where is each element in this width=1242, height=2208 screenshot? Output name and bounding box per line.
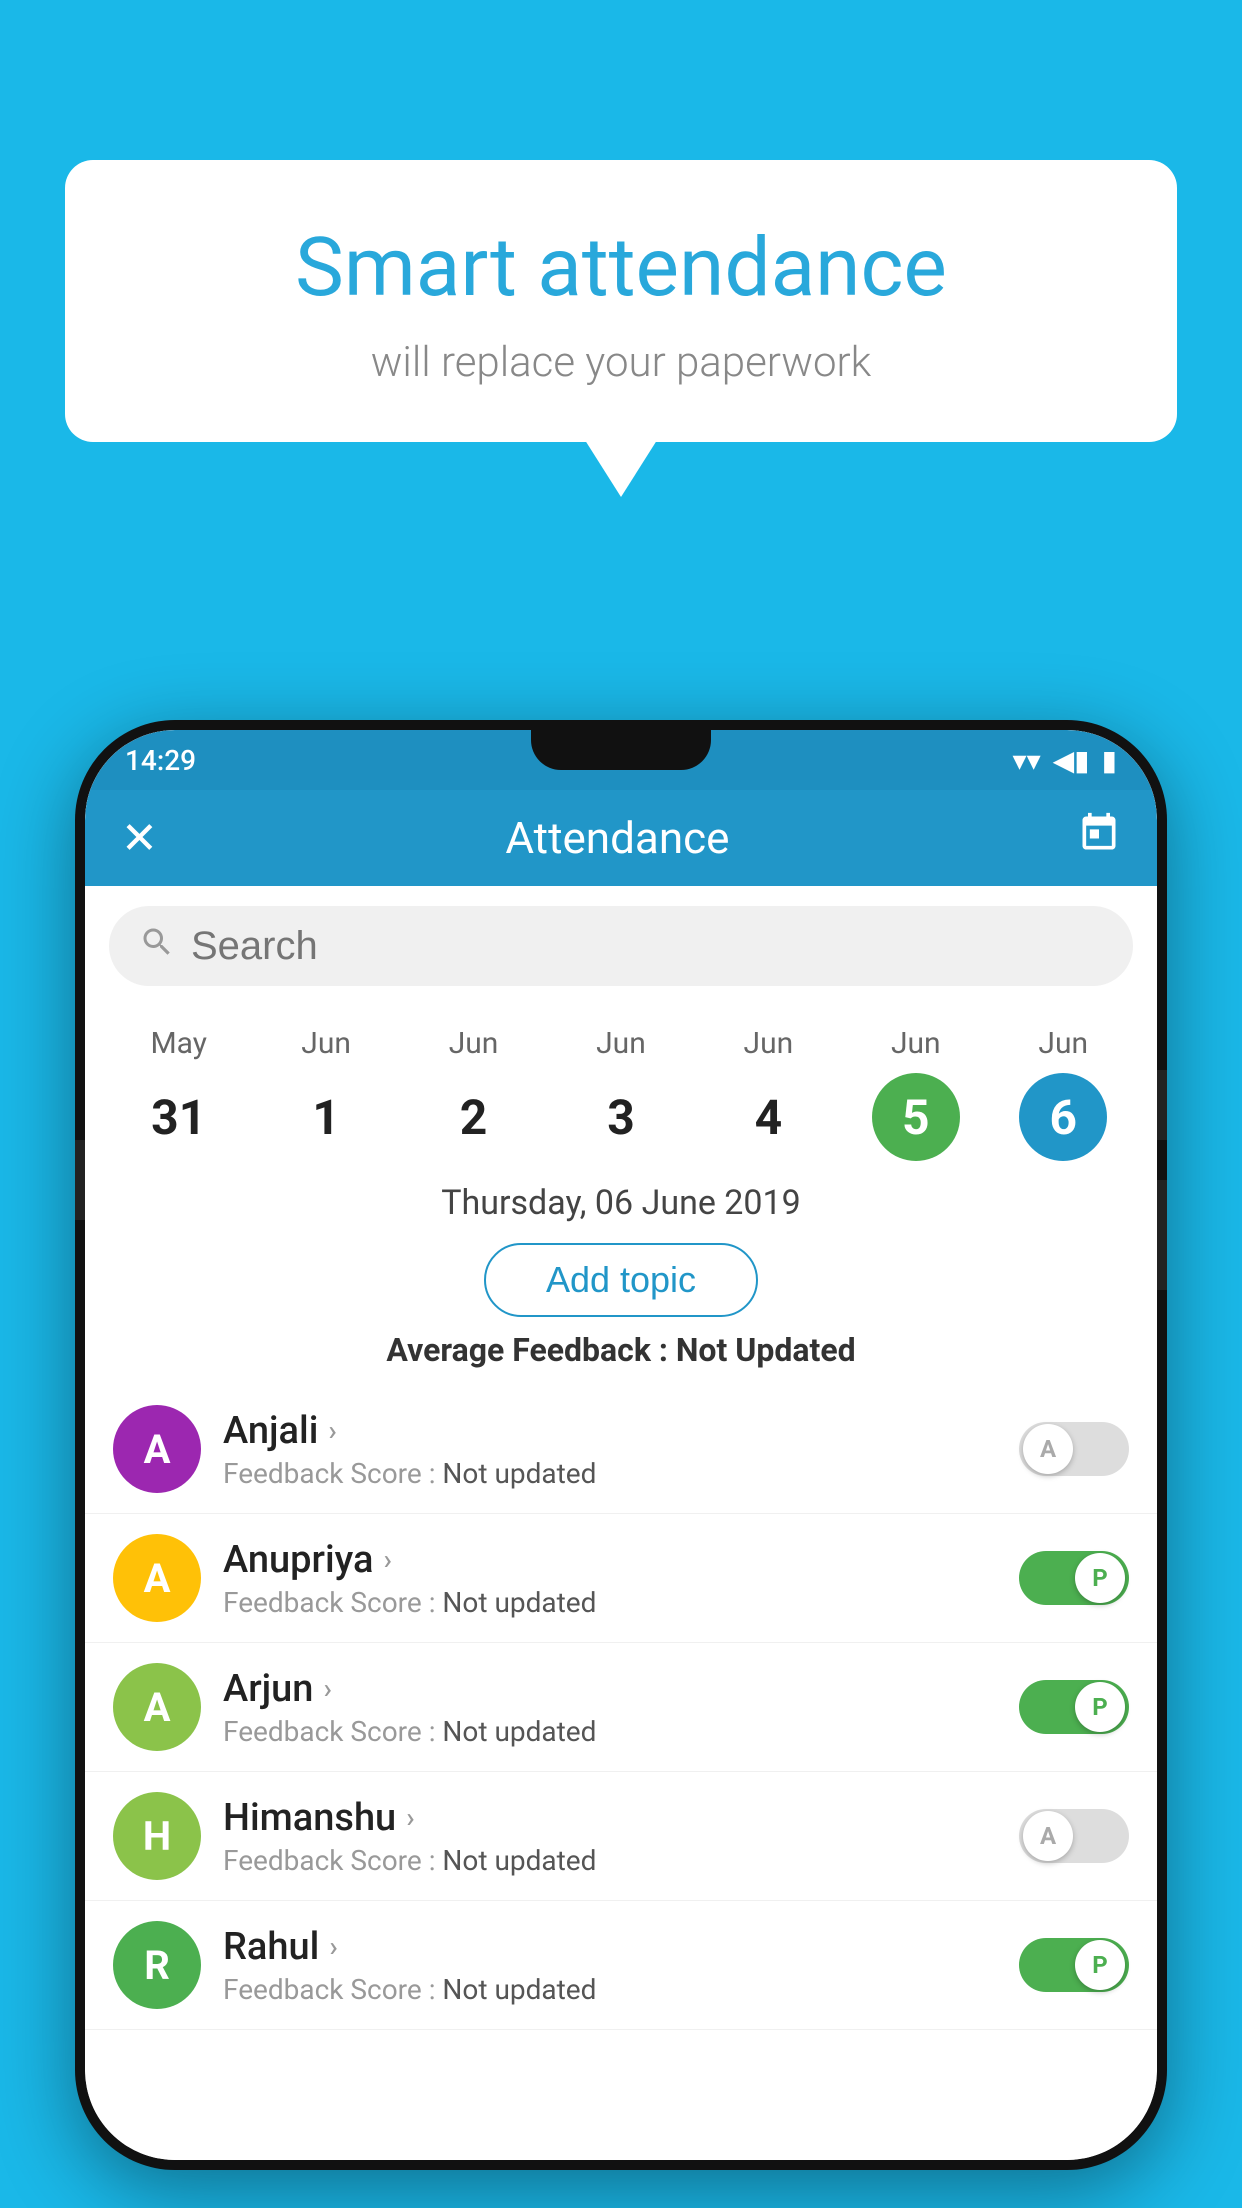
calendar-day[interactable]: May 31: [135, 1026, 223, 1161]
attendance-toggle[interactable]: P: [1019, 1680, 1129, 1734]
student-info: Himanshu › Feedback Score : Not updated: [223, 1796, 997, 1877]
speech-bubble: Smart attendance will replace your paper…: [65, 160, 1177, 442]
student-name: Arjun ›: [223, 1667, 997, 1711]
attendance-toggle[interactable]: A: [1019, 1422, 1129, 1476]
phone-notch: [531, 720, 711, 770]
status-time: 14:29: [125, 744, 196, 777]
cal-date-label: 6: [1019, 1073, 1107, 1161]
speech-bubble-subtext: will replace your paperwork: [125, 338, 1117, 387]
selected-date-label: Thursday, 06 June 2019: [85, 1183, 1157, 1223]
calendar-icon[interactable]: [1077, 811, 1121, 866]
chevron-icon: ›: [406, 1801, 414, 1834]
close-button[interactable]: ✕: [121, 812, 158, 864]
cal-date-label: 31: [135, 1073, 223, 1161]
cal-month-label: Jun: [596, 1026, 646, 1061]
toggle-label: P: [1075, 1553, 1125, 1603]
avatar: A: [113, 1534, 201, 1622]
feedback-score: Feedback Score : Not updated: [223, 1715, 997, 1748]
student-info: Rahul › Feedback Score : Not updated: [223, 1925, 997, 2006]
student-item[interactable]: A Anjali › Feedback Score : Not updated A: [85, 1385, 1157, 1514]
app-bar-title: Attendance: [158, 812, 1077, 864]
speech-bubble-heading: Smart attendance: [125, 220, 1117, 316]
toggle-track: P: [1019, 1551, 1129, 1605]
attendance-toggle[interactable]: A: [1019, 1809, 1129, 1863]
phone-screen: 14:29 ▾▾ ◀▮ ▮ ✕ Attendance: [85, 730, 1157, 2160]
toggle-track: P: [1019, 1938, 1129, 1992]
cal-date-label: 4: [724, 1073, 812, 1161]
cal-date-label: 3: [577, 1073, 665, 1161]
screen-content: 14:29 ▾▾ ◀▮ ▮ ✕ Attendance: [85, 730, 1157, 2160]
calendar-day[interactable]: Jun 2: [430, 1026, 518, 1161]
avatar: R: [113, 1921, 201, 2009]
student-name: Rahul ›: [223, 1925, 997, 1969]
toggle-label: P: [1075, 1682, 1125, 1732]
student-info: Arjun › Feedback Score : Not updated: [223, 1667, 997, 1748]
calendar-day[interactable]: Jun 5: [872, 1026, 960, 1161]
toggle-label: A: [1023, 1811, 1073, 1861]
search-icon: [139, 924, 175, 969]
student-name: Anupriya ›: [223, 1538, 997, 1582]
cal-month-label: Jun: [301, 1026, 351, 1061]
phone-frame: 14:29 ▾▾ ◀▮ ▮ ✕ Attendance: [75, 720, 1167, 2170]
student-name: Himanshu ›: [223, 1796, 997, 1840]
signal-icon: ◀▮: [1053, 744, 1090, 777]
search-bar[interactable]: [109, 906, 1133, 986]
cal-month-label: Jun: [744, 1026, 794, 1061]
toggle-track: A: [1019, 1809, 1129, 1863]
student-info: Anupriya › Feedback Score : Not updated: [223, 1538, 997, 1619]
add-topic-button[interactable]: Add topic: [484, 1243, 758, 1317]
chevron-icon: ›: [329, 1930, 337, 1963]
toggle-track: A: [1019, 1422, 1129, 1476]
cal-date-label: 5: [872, 1073, 960, 1161]
cal-date-label: 2: [430, 1073, 518, 1161]
avg-feedback-label: Average Feedback :: [386, 1331, 675, 1369]
calendar-day[interactable]: Jun 3: [577, 1026, 665, 1161]
speech-bubble-wrapper: Smart attendance will replace your paper…: [65, 160, 1177, 442]
calendar-day[interactable]: Jun 6: [1019, 1026, 1107, 1161]
student-item[interactable]: R Rahul › Feedback Score : Not updated P: [85, 1901, 1157, 2030]
feedback-score: Feedback Score : Not updated: [223, 1457, 997, 1490]
avatar: H: [113, 1792, 201, 1880]
student-info: Anjali › Feedback Score : Not updated: [223, 1409, 997, 1490]
feedback-score: Feedback Score : Not updated: [223, 1844, 997, 1877]
avg-feedback: Average Feedback : Not Updated: [85, 1331, 1157, 1369]
cal-month-label: Jun: [891, 1026, 941, 1061]
student-name: Anjali ›: [223, 1409, 997, 1453]
attendance-toggle[interactable]: P: [1019, 1551, 1129, 1605]
chevron-icon: ›: [323, 1672, 331, 1705]
calendar-day[interactable]: Jun 1: [282, 1026, 370, 1161]
attendance-toggle[interactable]: P: [1019, 1938, 1129, 1992]
battery-icon: ▮: [1102, 744, 1117, 777]
cal-month-label: May: [150, 1026, 206, 1061]
cal-month-label: Jun: [1038, 1026, 1088, 1061]
chevron-icon: ›: [383, 1543, 391, 1576]
toggle-label: P: [1075, 1940, 1125, 1990]
cal-date-label: 1: [282, 1073, 370, 1161]
student-item[interactable]: A Arjun › Feedback Score : Not updated P: [85, 1643, 1157, 1772]
chevron-icon: ›: [328, 1414, 336, 1447]
calendar-day[interactable]: Jun 4: [724, 1026, 812, 1161]
feedback-score: Feedback Score : Not updated: [223, 1973, 997, 2006]
app-bar: ✕ Attendance: [85, 790, 1157, 886]
student-item[interactable]: H Himanshu › Feedback Score : Not updated A: [85, 1772, 1157, 1901]
avatar: A: [113, 1405, 201, 1493]
toggle-track: P: [1019, 1680, 1129, 1734]
wifi-icon: ▾▾: [1013, 744, 1041, 777]
avg-feedback-value: Not Updated: [676, 1331, 856, 1369]
status-icons: ▾▾ ◀▮ ▮: [1013, 744, 1117, 777]
cal-month-label: Jun: [449, 1026, 499, 1061]
student-list: AAnjali ›Feedback Score : Not updatedAAA…: [85, 1385, 1157, 2160]
student-item[interactable]: A Anupriya › Feedback Score : Not updated P: [85, 1514, 1157, 1643]
feedback-score: Feedback Score : Not updated: [223, 1586, 997, 1619]
toggle-label: A: [1023, 1424, 1073, 1474]
calendar-strip: May 31 Jun 1 Jun 2 Jun 3 Jun 4 Jun 5 Jun 6: [85, 1006, 1157, 1171]
avatar: A: [113, 1663, 201, 1751]
search-input[interactable]: [191, 924, 1103, 969]
